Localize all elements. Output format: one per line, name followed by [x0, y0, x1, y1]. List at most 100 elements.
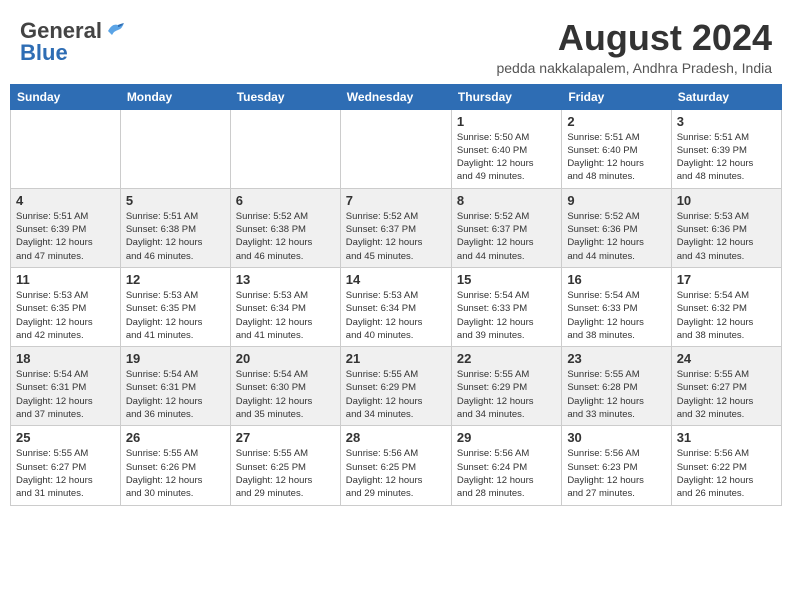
calendar-cell: 16 Sunrise: 5:54 AM Sunset: 6:33 PM Dayli…	[562, 267, 671, 346]
logo-bird-icon	[104, 21, 126, 41]
calendar-cell: 14 Sunrise: 5:53 AM Sunset: 6:34 PM Dayli…	[340, 267, 451, 346]
calendar-cell: 12 Sunrise: 5:53 AM Sunset: 6:35 PM Dayli…	[120, 267, 230, 346]
day-number: 3	[677, 114, 776, 129]
day-number: 13	[236, 272, 335, 287]
weekday-header-friday: Friday	[562, 84, 671, 109]
day-number: 9	[567, 193, 665, 208]
calendar-cell: 22 Sunrise: 5:55 AM Sunset: 6:29 PM Dayli…	[451, 347, 561, 426]
calendar-cell: 6Sunrise: 5:52 AM Sunset: 6:38 PM Daylig…	[230, 188, 340, 267]
day-info: Sunrise: 5:56 AM Sunset: 6:24 PM Dayligh…	[457, 447, 556, 500]
day-info: Sunrise: 5:53 AM Sunset: 6:35 PM Dayligh…	[126, 289, 225, 342]
calendar-cell: 25 Sunrise: 5:55 AM Sunset: 6:27 PM Dayli…	[11, 426, 121, 505]
day-info: Sunrise: 5:56 AM Sunset: 6:23 PM Dayligh…	[567, 447, 665, 500]
day-info: Sunrise: 5:53 AM Sunset: 6:34 PM Dayligh…	[346, 289, 446, 342]
day-number: 8	[457, 193, 556, 208]
day-info: Sunrise: 5:55 AM Sunset: 6:29 PM Dayligh…	[457, 368, 556, 421]
day-info: Sunrise: 5:54 AM Sunset: 6:31 PM Dayligh…	[16, 368, 115, 421]
day-number: 14	[346, 272, 446, 287]
day-info: Sunrise: 5:54 AM Sunset: 6:32 PM Dayligh…	[677, 289, 776, 342]
day-info: Sunrise: 5:53 AM Sunset: 6:36 PM Dayligh…	[677, 210, 776, 263]
day-number: 25	[16, 430, 115, 445]
day-info: Sunrise: 5:51 AM Sunset: 6:39 PM Dayligh…	[677, 131, 776, 184]
logo: General Blue	[20, 18, 126, 66]
calendar-cell: 23 Sunrise: 5:55 AM Sunset: 6:28 PM Dayli…	[562, 347, 671, 426]
day-info: Sunrise: 5:52 AM Sunset: 6:36 PM Dayligh…	[567, 210, 665, 263]
calendar-cell	[120, 109, 230, 188]
page-header: General Blue August 2024 pedda nakkalapa…	[10, 10, 782, 80]
calendar-week-row: 25 Sunrise: 5:55 AM Sunset: 6:27 PM Dayli…	[11, 426, 782, 505]
day-number: 21	[346, 351, 446, 366]
day-number: 23	[567, 351, 665, 366]
day-number: 1	[457, 114, 556, 129]
calendar-cell: 2Sunrise: 5:51 AM Sunset: 6:40 PM Daylig…	[562, 109, 671, 188]
day-info: Sunrise: 5:54 AM Sunset: 6:31 PM Dayligh…	[126, 368, 225, 421]
calendar-cell: 7 Sunrise: 5:52 AM Sunset: 6:37 PM Daylig…	[340, 188, 451, 267]
calendar-cell: 10Sunrise: 5:53 AM Sunset: 6:36 PM Dayli…	[671, 188, 781, 267]
day-number: 18	[16, 351, 115, 366]
day-number: 27	[236, 430, 335, 445]
day-info: Sunrise: 5:55 AM Sunset: 6:28 PM Dayligh…	[567, 368, 665, 421]
day-info: Sunrise: 5:55 AM Sunset: 6:25 PM Dayligh…	[236, 447, 335, 500]
calendar-cell: 29 Sunrise: 5:56 AM Sunset: 6:24 PM Dayli…	[451, 426, 561, 505]
calendar-cell	[340, 109, 451, 188]
day-number: 29	[457, 430, 556, 445]
day-number: 19	[126, 351, 225, 366]
weekday-header-sunday: Sunday	[11, 84, 121, 109]
day-info: Sunrise: 5:55 AM Sunset: 6:26 PM Dayligh…	[126, 447, 225, 500]
weekday-header-saturday: Saturday	[671, 84, 781, 109]
calendar-week-row: 11Sunrise: 5:53 AM Sunset: 6:35 PM Dayli…	[11, 267, 782, 346]
day-number: 2	[567, 114, 665, 129]
day-number: 7	[346, 193, 446, 208]
day-number: 28	[346, 430, 446, 445]
day-number: 20	[236, 351, 335, 366]
day-info: Sunrise: 5:54 AM Sunset: 6:33 PM Dayligh…	[457, 289, 556, 342]
calendar-table: SundayMondayTuesdayWednesdayThursdayFrid…	[10, 84, 782, 506]
calendar-cell: 13 Sunrise: 5:53 AM Sunset: 6:34 PM Dayli…	[230, 267, 340, 346]
calendar-week-row: 1 Sunrise: 5:50 AM Sunset: 6:40 PM Daylig…	[11, 109, 782, 188]
calendar-cell	[230, 109, 340, 188]
day-info: Sunrise: 5:51 AM Sunset: 6:39 PM Dayligh…	[16, 210, 115, 263]
calendar-cell: 5Sunrise: 5:51 AM Sunset: 6:38 PM Daylig…	[120, 188, 230, 267]
day-number: 12	[126, 272, 225, 287]
day-info: Sunrise: 5:53 AM Sunset: 6:35 PM Dayligh…	[16, 289, 115, 342]
day-info: Sunrise: 5:56 AM Sunset: 6:22 PM Dayligh…	[677, 447, 776, 500]
day-info: Sunrise: 5:55 AM Sunset: 6:27 PM Dayligh…	[677, 368, 776, 421]
day-number: 24	[677, 351, 776, 366]
calendar-cell: 26 Sunrise: 5:55 AM Sunset: 6:26 PM Dayli…	[120, 426, 230, 505]
weekday-header-monday: Monday	[120, 84, 230, 109]
day-info: Sunrise: 5:52 AM Sunset: 6:37 PM Dayligh…	[346, 210, 446, 263]
day-number: 31	[677, 430, 776, 445]
month-year-title: August 2024	[496, 18, 772, 58]
title-block: August 2024 pedda nakkalapalem, Andhra P…	[496, 18, 772, 76]
calendar-cell: 18 Sunrise: 5:54 AM Sunset: 6:31 PM Dayli…	[11, 347, 121, 426]
day-number: 16	[567, 272, 665, 287]
calendar-cell: 15 Sunrise: 5:54 AM Sunset: 6:33 PM Dayli…	[451, 267, 561, 346]
day-number: 6	[236, 193, 335, 208]
calendar-cell: 20 Sunrise: 5:54 AM Sunset: 6:30 PM Dayli…	[230, 347, 340, 426]
day-info: Sunrise: 5:50 AM Sunset: 6:40 PM Dayligh…	[457, 131, 556, 184]
calendar-week-row: 4 Sunrise: 5:51 AM Sunset: 6:39 PM Daylig…	[11, 188, 782, 267]
calendar-cell: 4 Sunrise: 5:51 AM Sunset: 6:39 PM Daylig…	[11, 188, 121, 267]
day-info: Sunrise: 5:54 AM Sunset: 6:33 PM Dayligh…	[567, 289, 665, 342]
weekday-header-thursday: Thursday	[451, 84, 561, 109]
day-info: Sunrise: 5:53 AM Sunset: 6:34 PM Dayligh…	[236, 289, 335, 342]
calendar-cell	[11, 109, 121, 188]
weekday-header-tuesday: Tuesday	[230, 84, 340, 109]
weekday-header-wednesday: Wednesday	[340, 84, 451, 109]
day-info: Sunrise: 5:55 AM Sunset: 6:27 PM Dayligh…	[16, 447, 115, 500]
day-number: 4	[16, 193, 115, 208]
day-info: Sunrise: 5:54 AM Sunset: 6:30 PM Dayligh…	[236, 368, 335, 421]
calendar-cell: 11Sunrise: 5:53 AM Sunset: 6:35 PM Dayli…	[11, 267, 121, 346]
day-number: 15	[457, 272, 556, 287]
logo-blue: Blue	[20, 40, 68, 66]
day-number: 5	[126, 193, 225, 208]
calendar-cell: 21Sunrise: 5:55 AM Sunset: 6:29 PM Dayli…	[340, 347, 451, 426]
calendar-cell: 8Sunrise: 5:52 AM Sunset: 6:37 PM Daylig…	[451, 188, 561, 267]
day-number: 30	[567, 430, 665, 445]
calendar-cell: 19 Sunrise: 5:54 AM Sunset: 6:31 PM Dayli…	[120, 347, 230, 426]
day-number: 22	[457, 351, 556, 366]
day-number: 26	[126, 430, 225, 445]
calendar-cell: 28Sunrise: 5:56 AM Sunset: 6:25 PM Dayli…	[340, 426, 451, 505]
calendar-cell: 17Sunrise: 5:54 AM Sunset: 6:32 PM Dayli…	[671, 267, 781, 346]
calendar-cell: 1 Sunrise: 5:50 AM Sunset: 6:40 PM Daylig…	[451, 109, 561, 188]
